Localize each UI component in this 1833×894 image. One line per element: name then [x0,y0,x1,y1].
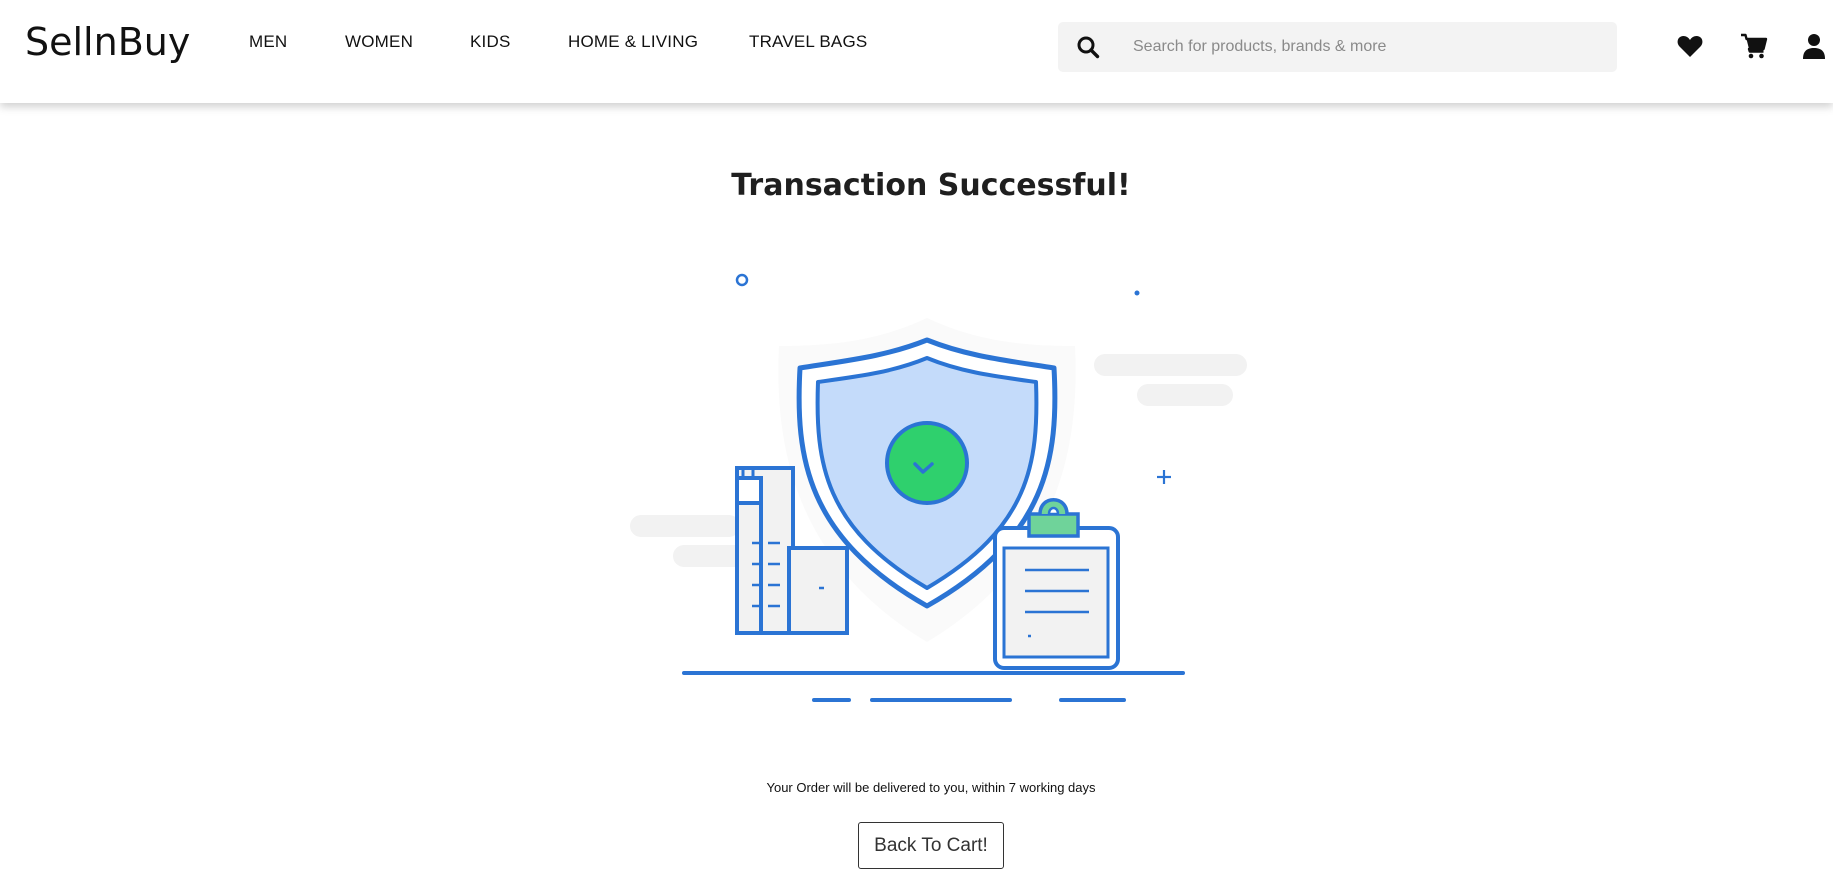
search-bar [1058,22,1617,72]
sparkle-ring [735,273,749,287]
back-to-cart-button[interactable]: Back To Cart! [858,822,1004,869]
ground-lines [682,671,1185,702]
success-check-badge [885,421,969,505]
short-building [787,546,849,635]
nav-item-home-living[interactable]: HOME & LIVING [568,32,698,52]
search-icon[interactable] [1076,35,1100,59]
sparkle-plus [1157,470,1171,484]
page-title: Transaction Successful! [731,168,1131,203]
search-input[interactable] [1133,22,1603,72]
cloud-right [1094,354,1247,406]
nav-item-women[interactable]: WOMEN [345,32,413,52]
nav-item-travel-bags[interactable]: TRAVEL BAGS [749,32,867,52]
cart-icon[interactable] [1740,32,1768,60]
site-logo[interactable]: SellnBuy [25,20,190,64]
transaction-success-illustration [630,273,1247,702]
tall-building [735,466,795,635]
user-icon[interactable] [1800,32,1828,60]
nav-item-kids[interactable]: KIDS [470,32,510,52]
heart-icon[interactable] [1676,32,1704,60]
delivery-message: Your Order will be delivered to you, wit… [766,780,1096,795]
sparkle-dot [1134,290,1140,296]
top-navbar: SellnBuy MEN WOMEN KIDS HOME & LIVING TR… [0,0,1833,103]
nav-item-men[interactable]: MEN [249,32,287,52]
